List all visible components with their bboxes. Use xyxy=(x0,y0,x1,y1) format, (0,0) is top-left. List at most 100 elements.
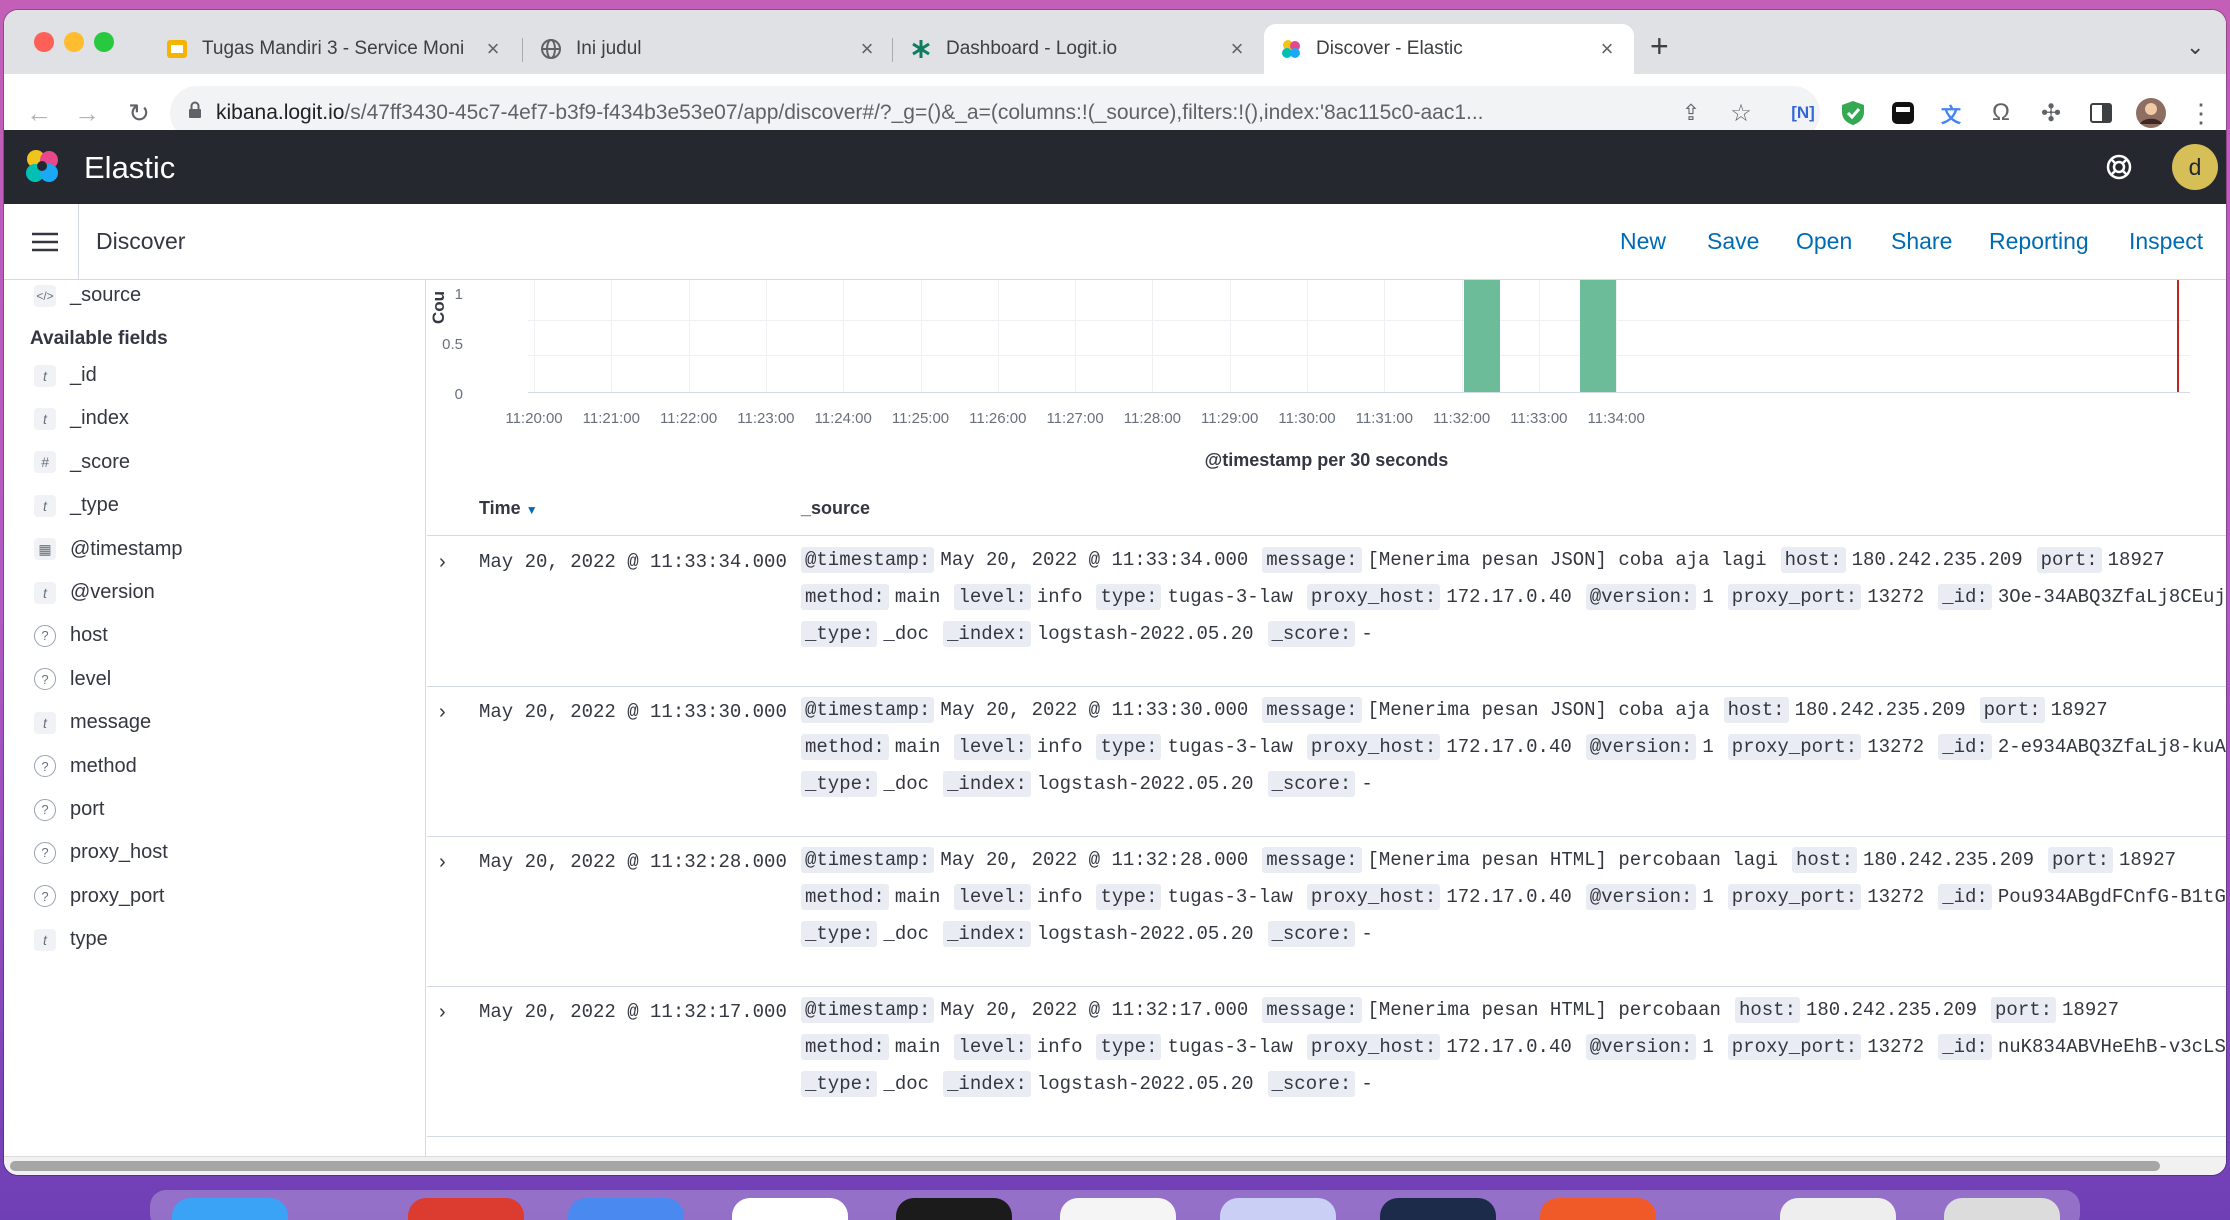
dock-app-icon[interactable] xyxy=(896,1198,1012,1220)
scrollbar-thumb[interactable] xyxy=(10,1161,2160,1171)
tab-tugas-mandiri[interactable]: Tugas Mandiri 3 - Service Moni × xyxy=(150,24,520,74)
source-field-key: _index: xyxy=(943,621,1031,647)
user-avatar[interactable]: d xyxy=(2172,144,2218,190)
sort-descending-icon[interactable]: ▼ xyxy=(526,503,538,517)
new-tab-icon[interactable]: + xyxy=(1650,28,1669,65)
reporting-button[interactable]: Reporting xyxy=(1989,228,2089,255)
field-item[interactable]: t _id xyxy=(34,364,97,387)
field-item[interactable]: ? level xyxy=(34,668,111,691)
elastic-logo-icon[interactable] xyxy=(22,146,62,191)
grid-line xyxy=(1075,280,1077,392)
tab-search-chevron-icon[interactable]: ⌄ xyxy=(2186,34,2204,60)
source-field-key: message: xyxy=(1262,847,1362,873)
field-item[interactable]: t message xyxy=(34,711,151,734)
expand-row-chevron-icon[interactable]: › xyxy=(439,701,459,723)
new-button[interactable]: New xyxy=(1620,228,1666,255)
field-item[interactable]: # _score xyxy=(34,451,130,474)
source-field-key: _type: xyxy=(801,621,878,647)
save-button[interactable]: Save xyxy=(1707,228,1759,255)
source-field-key: _type: xyxy=(801,921,878,947)
help-icon[interactable] xyxy=(2104,152,2134,187)
selected-field-source[interactable]: </> _source xyxy=(34,284,141,307)
horizontal-scrollbar[interactable] xyxy=(4,1156,2226,1175)
source-field-key: port: xyxy=(2036,547,2102,573)
extensions-puzzle-icon[interactable]: ✣ xyxy=(2034,96,2068,130)
tab-ini-judul[interactable]: Ini judul × xyxy=(524,24,894,74)
expand-row-chevron-icon[interactable]: › xyxy=(439,851,459,873)
extension-n-icon[interactable]: [N] xyxy=(1786,96,1820,130)
source-field-key: type: xyxy=(1096,884,1162,910)
source-line: method: main level: info type: tugas-3-law pro… xyxy=(801,734,2226,760)
column-header-time[interactable]: Time ▼ xyxy=(479,498,538,519)
dock-app-icon[interactable] xyxy=(568,1198,684,1220)
dock-app-icon[interactable] xyxy=(1060,1198,1176,1220)
field-item[interactable]: ▦ @timestamp xyxy=(34,538,183,561)
translate-icon[interactable]: 文 xyxy=(1934,96,1968,130)
bookmark-star-icon[interactable]: ☆ xyxy=(1724,96,1758,130)
dock-app-icon[interactable] xyxy=(1540,1198,1656,1220)
dock-app-icon[interactable] xyxy=(732,1198,848,1220)
tab-title: Ini judul xyxy=(576,38,642,59)
close-tab-icon[interactable]: × xyxy=(482,36,504,62)
dock-app-icon[interactable] xyxy=(408,1198,524,1220)
close-tab-icon[interactable]: × xyxy=(1226,36,1248,62)
dock-app-icon[interactable] xyxy=(1220,1198,1336,1220)
extension-shield-icon[interactable] xyxy=(1836,96,1870,130)
field-item[interactable]: ? host xyxy=(34,624,108,647)
field-item[interactable]: t @version xyxy=(34,581,155,604)
source-field-value: - xyxy=(1361,923,1373,945)
source-field-value: info xyxy=(1036,1036,1083,1058)
source-line: method: main level: info type: tugas-3-law pro… xyxy=(801,1034,2226,1060)
source-field-value: 172.17.0.40 xyxy=(1446,586,1572,608)
x-tick-label: 11:32:00 xyxy=(1432,410,1491,427)
tab-discover-elastic[interactable]: Discover - Elastic × xyxy=(1264,24,1634,74)
share-button[interactable]: Share xyxy=(1891,228,1952,255)
dock-app-icon[interactable] xyxy=(1380,1198,1496,1220)
histogram-bar[interactable] xyxy=(1463,280,1501,392)
finder-dock-icon[interactable] xyxy=(172,1198,288,1220)
dock-app-icon[interactable] xyxy=(1780,1198,1896,1220)
field-item[interactable]: t type xyxy=(34,928,108,951)
zoom-window-button[interactable] xyxy=(94,32,114,52)
minimize-window-button[interactable] xyxy=(64,32,84,52)
source-field-value: 180.242.235.209 xyxy=(1862,849,2035,871)
forward-icon[interactable]: → xyxy=(70,96,104,130)
side-panel-icon[interactable] xyxy=(2084,96,2118,130)
slides-icon xyxy=(166,38,188,60)
inspect-button[interactable]: Inspect xyxy=(2129,228,2203,255)
field-name: @timestamp xyxy=(70,537,183,560)
field-item[interactable]: ? proxy_host xyxy=(34,841,168,864)
field-item[interactable]: ? port xyxy=(34,798,104,821)
x-axis-line xyxy=(528,392,2190,393)
back-icon[interactable]: ← xyxy=(22,96,56,130)
field-item[interactable]: ? method xyxy=(34,755,137,778)
open-button[interactable]: Open xyxy=(1796,228,1852,255)
source-field-key: @version: xyxy=(1585,734,1697,760)
extension-dark-icon[interactable] xyxy=(1886,96,1920,130)
source-field-key: _score: xyxy=(1267,1071,1356,1097)
histogram-bar[interactable] xyxy=(1579,280,1617,392)
field-name: _score xyxy=(70,450,131,473)
tab-dashboard-logit[interactable]: Dashboard - Logit.io × xyxy=(894,24,1264,74)
trash-dock-icon[interactable] xyxy=(1944,1198,2060,1220)
close-tab-icon[interactable]: × xyxy=(1596,36,1618,62)
source-field-key: proxy_host: xyxy=(1306,884,1441,910)
profile-avatar-icon[interactable] xyxy=(2134,96,2168,130)
grid-line xyxy=(1152,280,1154,392)
share-page-icon[interactable]: ⇪ xyxy=(1674,96,1708,130)
close-window-button[interactable] xyxy=(34,32,54,52)
source-field-key: proxy_host: xyxy=(1306,734,1441,760)
source-field-value: 13272 xyxy=(1867,886,1925,908)
field-item[interactable]: t _index xyxy=(34,407,129,430)
omega-extension-icon[interactable]: Ω xyxy=(1984,96,2018,130)
reload-icon[interactable]: ↻ xyxy=(122,96,156,130)
expand-row-chevron-icon[interactable]: › xyxy=(439,1001,459,1023)
browser-menu-icon[interactable]: ⋮ xyxy=(2184,96,2218,130)
hamburger-menu-icon[interactable] xyxy=(32,232,58,257)
expand-row-chevron-icon[interactable]: › xyxy=(439,551,459,573)
row-timestamp: May 20, 2022 @ 11:33:34.000 xyxy=(479,551,787,573)
close-tab-icon[interactable]: × xyxy=(856,36,878,62)
field-item[interactable]: t _type xyxy=(34,494,119,517)
y-tick-label: 0.5 xyxy=(442,336,463,353)
field-item[interactable]: ? proxy_port xyxy=(34,885,165,908)
